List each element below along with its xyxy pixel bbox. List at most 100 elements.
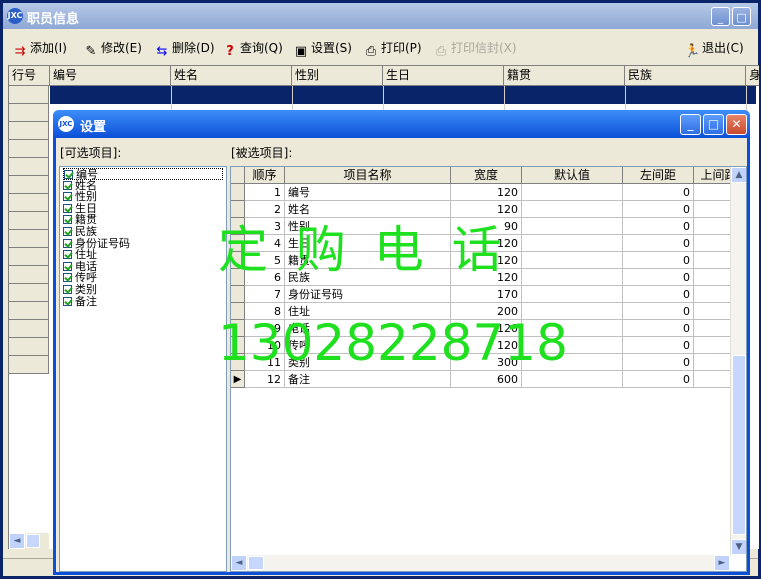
cell-item-name[interactable]: 身份证号码 — [285, 286, 451, 303]
cell-default[interactable] — [522, 218, 623, 235]
checkbox-checked-icon[interactable] — [63, 203, 72, 213]
cell-default[interactable] — [522, 252, 623, 269]
main-titlebar[interactable]: JXC 职员信息 _ □ — [3, 3, 758, 29]
delete-button[interactable]: ⇆ 删除(D) — [154, 39, 215, 59]
checkbox-checked-icon[interactable] — [63, 296, 72, 306]
settings-button[interactable]: ▣ 设置(S) — [293, 39, 352, 59]
cell-left-margin[interactable]: 0 — [623, 269, 694, 286]
row-indicator[interactable] — [9, 86, 49, 104]
cell-left-margin[interactable]: 0 — [623, 235, 694, 252]
dialog-minimize-button[interactable]: _ — [680, 114, 701, 135]
row-indicator[interactable] — [231, 286, 245, 303]
row-indicator[interactable] — [9, 266, 49, 284]
col-header-name[interactable]: 姓名 — [171, 66, 292, 85]
scroll-thumb[interactable] — [732, 355, 746, 535]
checkbox-checked-icon[interactable] — [63, 261, 72, 271]
cell-default[interactable] — [522, 371, 623, 388]
row-indicator[interactable] — [9, 302, 49, 320]
cell-default[interactable] — [522, 269, 623, 286]
edit-button[interactable]: ✎ 修改(E) — [83, 39, 142, 59]
col-header-row-no[interactable]: 行号 — [9, 66, 50, 85]
col-header-gender[interactable]: 性别 — [292, 66, 383, 85]
row-indicator[interactable] — [9, 104, 49, 122]
checkbox-checked-icon[interactable] — [63, 215, 72, 225]
cell-left-margin[interactable]: 0 — [623, 320, 694, 337]
col-header-item-name[interactable]: 项目名称 — [285, 167, 451, 184]
dialog-vertical-scrollbar[interactable]: ▲ ▼ — [730, 167, 746, 555]
scroll-left-button[interactable]: ◄ — [9, 533, 25, 549]
scroll-thumb[interactable] — [26, 534, 40, 548]
row-indicator[interactable] — [9, 356, 49, 374]
row-indicator[interactable] — [9, 248, 49, 266]
cell-left-margin[interactable]: 0 — [623, 303, 694, 320]
selected-grid-row[interactable] — [50, 86, 756, 104]
col-header-id-card[interactable]: 身 — [746, 66, 759, 85]
col-header-left-margin[interactable]: 左间距 — [623, 167, 694, 184]
col-header-ethnicity[interactable]: 民族 — [625, 66, 746, 85]
dialog-close-button[interactable]: ✕ — [726, 114, 747, 135]
row-indicator[interactable] — [9, 320, 49, 338]
col-header-width[interactable]: 宽度 — [451, 167, 522, 184]
col-header-birthday[interactable]: 生日 — [383, 66, 504, 85]
row-indicator[interactable] — [9, 122, 49, 140]
cell-order[interactable]: 1 — [245, 184, 285, 201]
row-indicator[interactable] — [9, 140, 49, 158]
checkbox-checked-icon[interactable] — [63, 250, 72, 260]
minimize-button[interactable]: _ — [711, 7, 730, 26]
cell-left-margin[interactable]: 0 — [623, 218, 694, 235]
cell-item-name[interactable]: 编号 — [285, 184, 451, 201]
checkbox-checked-icon[interactable] — [63, 227, 72, 236]
exit-button[interactable]: 🏃 退出(C) — [684, 39, 744, 59]
row-indicator[interactable] — [231, 184, 245, 201]
row-indicator[interactable] — [9, 158, 49, 176]
dialog-horizontal-scrollbar[interactable]: ◄ ► — [231, 555, 730, 571]
cell-order[interactable]: 7 — [245, 286, 285, 303]
cell-default[interactable] — [522, 201, 623, 218]
checkbox-checked-icon[interactable] — [64, 170, 73, 179]
dialog-maximize-button[interactable]: □ — [703, 114, 724, 135]
cell-order[interactable]: 12 — [245, 371, 285, 388]
row-indicator[interactable] — [9, 176, 49, 194]
cell-left-margin[interactable]: 0 — [623, 252, 694, 269]
cell-width[interactable]: 170 — [451, 286, 522, 303]
cell-default[interactable] — [522, 235, 623, 252]
cell-left-margin[interactable]: 0 — [623, 337, 694, 354]
checkbox-checked-icon[interactable] — [63, 192, 72, 202]
col-header-id[interactable]: 编号 — [50, 66, 171, 85]
scroll-up-button[interactable]: ▲ — [731, 167, 746, 183]
available-items-list[interactable]: 编号 姓名 性别 生日 籍贯 民族 身份证号码 住址 电话 传呼 类别 备注 — [59, 166, 227, 572]
row-indicator[interactable] — [9, 212, 49, 230]
print-envelope-button[interactable]: ⎙ 打印信封(X) — [433, 39, 517, 59]
cell-width[interactable]: 120 — [451, 184, 522, 201]
cell-default[interactable] — [522, 184, 623, 201]
print-button[interactable]: ⎙ 打印(P) — [363, 39, 422, 59]
row-indicator[interactable] — [9, 230, 49, 248]
cell-default[interactable] — [522, 286, 623, 303]
scroll-left-button[interactable]: ◄ — [231, 555, 247, 571]
row-indicator[interactable] — [9, 284, 49, 302]
maximize-button[interactable]: □ — [732, 7, 751, 26]
add-button[interactable]: ⇉ 添加(I) — [12, 39, 67, 59]
scroll-thumb[interactable] — [248, 556, 264, 570]
grid-horizontal-scrollbar[interactable]: ◄ — [9, 533, 49, 549]
row-indicator[interactable]: ▶ — [231, 371, 245, 388]
row-indicator[interactable] — [9, 194, 49, 212]
col-header-hometown[interactable]: 籍贯 — [504, 66, 625, 85]
scroll-right-button[interactable]: ► — [714, 555, 730, 571]
scroll-down-button[interactable]: ▼ — [731, 539, 746, 555]
cell-left-margin[interactable]: 0 — [623, 201, 694, 218]
cell-width[interactable]: 600 — [451, 371, 522, 388]
checkbox-checked-icon[interactable] — [63, 180, 72, 190]
available-item[interactable]: 备注 — [63, 295, 97, 308]
col-header-order[interactable]: 顺序 — [245, 167, 285, 184]
cell-left-margin[interactable]: 0 — [623, 184, 694, 201]
cell-item-name[interactable]: 备注 — [285, 371, 451, 388]
col-header-default[interactable]: 默认值 — [522, 167, 623, 184]
checkbox-checked-icon[interactable] — [63, 238, 72, 248]
cell-left-margin[interactable]: 0 — [623, 371, 694, 388]
checkbox-checked-icon[interactable] — [63, 285, 72, 294]
row-indicator[interactable] — [9, 338, 49, 356]
dialog-titlebar[interactable]: JXC 设置 _ □ ✕ — [53, 110, 750, 138]
query-button[interactable]: ? 查询(Q) — [222, 39, 283, 59]
cell-left-margin[interactable]: 0 — [623, 354, 694, 371]
